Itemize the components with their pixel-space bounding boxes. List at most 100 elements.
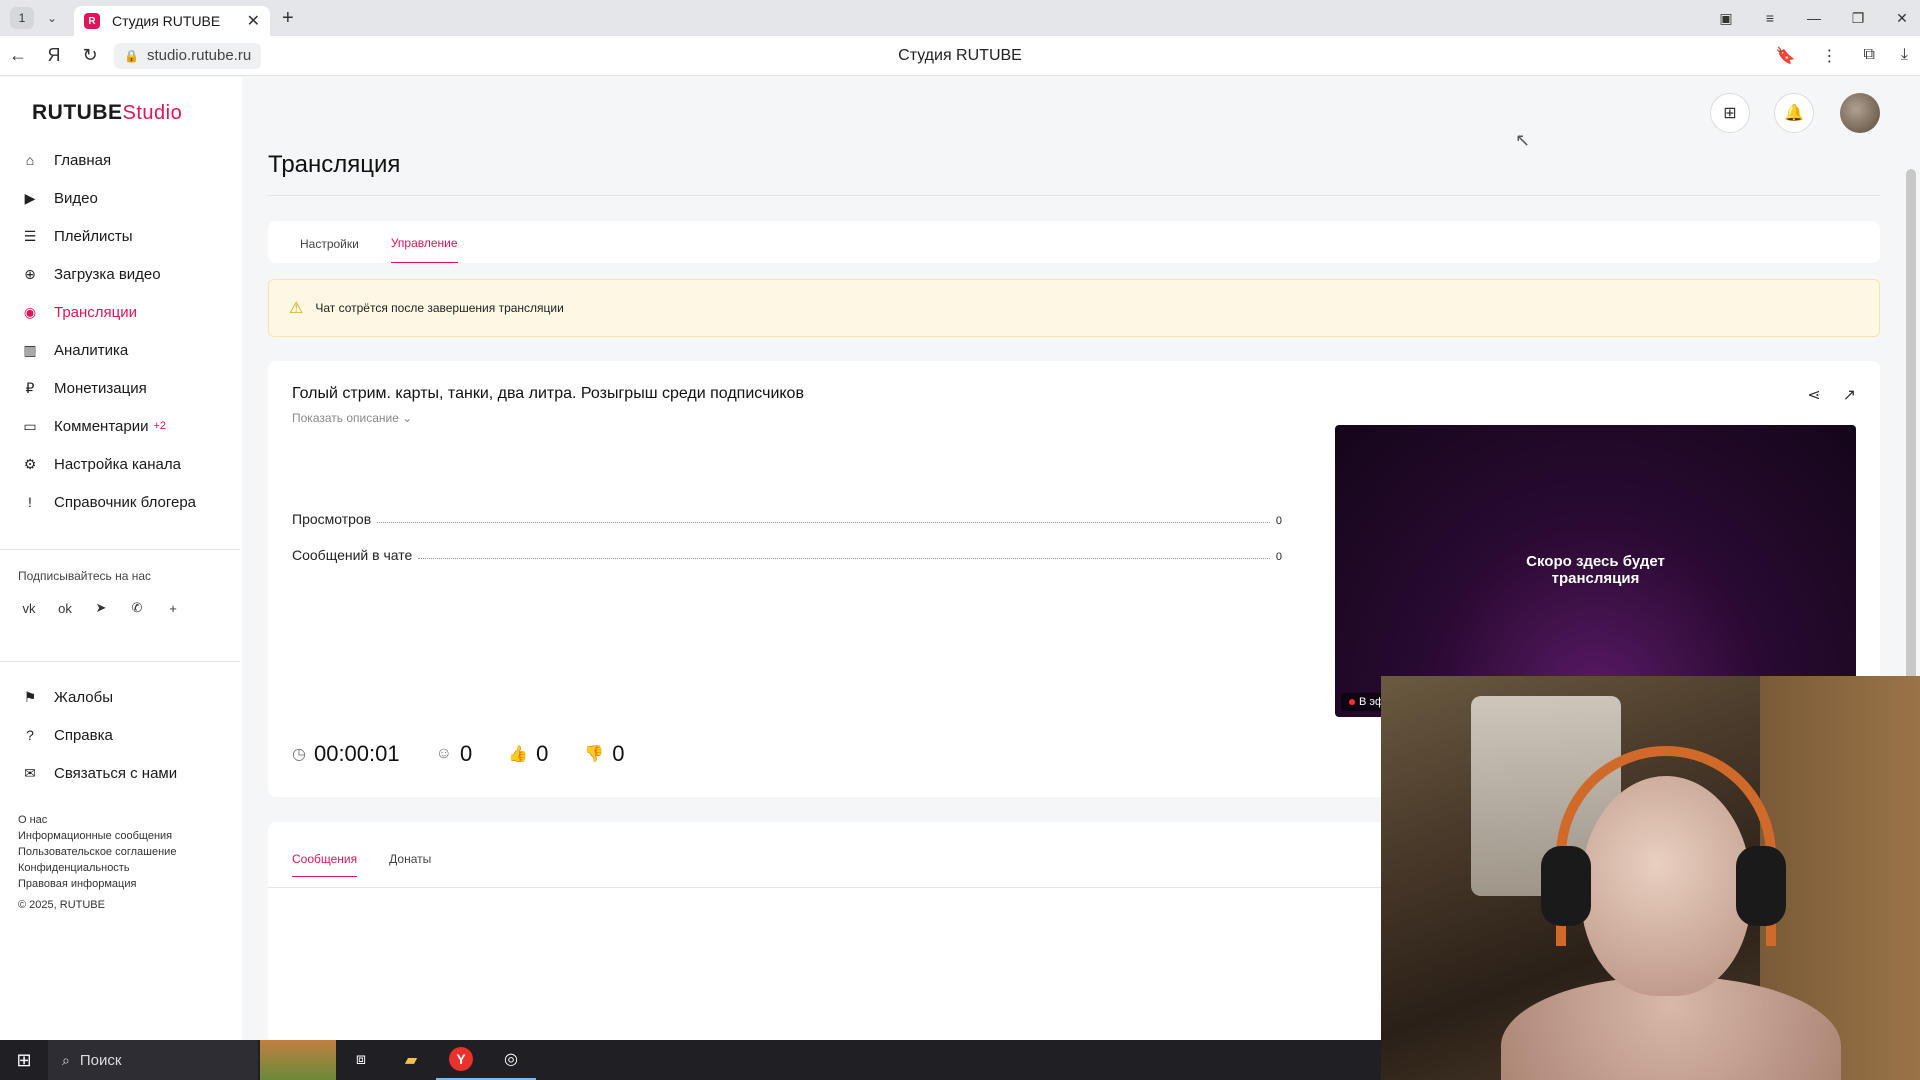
sidebar-item-label: Справочник блогера [54,493,197,511]
dislikes-value: 0 [612,741,625,766]
back-icon[interactable]: ← [0,45,36,66]
page-title-bar: Студия RUTUBE [898,46,1022,64]
telegram-icon[interactable]: ➤ [90,597,112,619]
social-links: vk ok ➤ ✆ + [18,597,184,619]
footer-link-terms[interactable]: Пользовательское соглашение [18,844,176,860]
download-icon[interactable]: ⤓ [1901,46,1908,66]
taskbar-search-highlight-image[interactable] [260,1040,336,1080]
viewer-icon: ☺ [435,745,452,762]
sidebar-item-broadcasts[interactable]: ◉ Трансляции [0,293,242,331]
file-explorer-icon[interactable]: ▰ [386,1040,436,1080]
viber-icon[interactable]: ✆ [126,597,148,619]
tab-settings[interactable]: Настройки [300,237,359,263]
sidebar-item-contact[interactable]: ✉ Связаться с нами [0,754,242,792]
metric-viewers: ☺ 0 [436,741,473,767]
collections-icon[interactable]: ⧉ [1863,46,1874,66]
sidebar-item-playlists[interactable]: ☰ Плейлисты [0,217,242,255]
tab-counter[interactable]: 1 [10,7,34,29]
reload-icon[interactable]: ↻ [72,45,108,66]
player-text-line1: Скоро здесь будет [1526,553,1665,570]
footer-link-about[interactable]: О нас [18,812,176,828]
obs-icon[interactable]: ◎ [486,1040,536,1080]
page-title: Трансляция [268,151,401,178]
stat-label: Сообщений в чате [292,547,413,563]
sidebar-item-upload[interactable]: ⊕ Загрузка видео [0,255,242,293]
sidebar-item-label: Связаться с нами [54,764,178,782]
search-icon: ⌕ [62,1051,70,1068]
metric-likes: 👍 0 [508,741,548,767]
add-content-button[interactable]: ⊞ [1710,93,1750,133]
yandex-browser-icon[interactable]: Y [436,1040,486,1080]
copyright: © 2025, RUTUBE [18,899,105,911]
stat-label: Просмотров [292,511,372,527]
likes-value: 0 [536,741,549,766]
mail-icon: ✉ [24,764,36,781]
url-field[interactable]: 🔒 studio.rutube.ru [114,42,262,69]
chevron-down-icon: ⌄ [402,411,413,425]
logo-studio: Studio [122,102,183,124]
page-tabs: Настройки Управление [268,221,1880,263]
taskbar-search[interactable]: ⌕ Поиск [48,1040,258,1080]
chevron-down-icon[interactable]: ⌄ [40,7,64,29]
windows-start-icon[interactable]: ⊞ [0,1050,48,1071]
browser-tab[interactable]: R Студия RUTUBE ✕ [74,6,270,36]
tab-management[interactable]: Управление [390,236,458,263]
show-description-toggle[interactable]: Показать описание ⌄ [292,411,412,425]
chat-warning-alert: ⚠ Чат сотрётся после завершения трансляц… [268,279,1880,337]
vk-icon[interactable]: vk [18,597,40,619]
sidebar-item-comments[interactable]: ▭ Комментарии +2 [0,407,242,445]
chat-tabs: Сообщения Донаты [292,852,431,877]
taskbar-search-label: Поиск [79,1051,122,1069]
sidebar-item-label: Жалобы [54,688,113,706]
sidebar-item-label: Комментарии [54,417,149,435]
sidebar-nav: ⌂ Главная ▶ Видео ☰ Плейлисты ⊕ Загрузка… [0,141,242,521]
alert-text: Чат сотрётся после завершения трансляции [315,301,564,315]
bookmark-icon[interactable]: 🔖 [1776,46,1796,66]
notifications-button[interactable]: 🔔 [1774,93,1814,133]
footer-link-legal[interactable]: Правовая информация [18,876,176,892]
yandex-icon[interactable]: Я [36,45,72,66]
share-icon[interactable]: ⋖ [1807,385,1820,405]
footer-link-info[interactable]: Информационные сообщения [18,828,176,844]
metric-dislikes: 👎 0 [584,741,624,767]
broadcast-icon: ◉ [23,303,37,320]
stat-value: 0 [1275,515,1282,527]
plus-icon[interactable]: + [162,597,184,619]
more-icon[interactable]: ⋮ [1821,46,1837,66]
stat-row-chat-messages: Сообщений в чате 0 [292,547,1282,563]
lock-icon: 🔒 [124,48,139,63]
sidebar-item-video[interactable]: ▶ Видео [0,179,242,217]
new-tab-icon[interactable]: + [282,7,294,30]
tab-title: Студия RUTUBE [112,13,221,29]
webcam-headset-ear-right [1736,846,1786,926]
odnoklassniki-icon[interactable]: ok [54,597,76,619]
sidebar-item-blogger-handbook[interactable]: ! Справочник блогера [0,483,242,521]
home-icon: ⌂ [25,152,35,168]
close-window-icon[interactable]: ✕ [1894,10,1910,27]
help-icon: ? [26,727,34,743]
minimize-icon[interactable]: — [1806,10,1822,26]
stream-player[interactable]: Скоро здесь будет трансляция В эф [1335,425,1856,717]
restore-icon[interactable]: ❐ [1850,10,1866,27]
tab-messages[interactable]: Сообщения [292,852,358,877]
menu-icon[interactable]: ≡ [1762,10,1778,26]
bookmarks-icon[interactable]: ▣ [1718,10,1734,27]
follow-title: Подписывайтесь на нас [18,569,152,583]
sidebar-item-complaints[interactable]: ⚑ Жалобы [0,678,242,716]
sidebar-item-analytics[interactable]: ▥ Аналитика [0,331,242,369]
sidebar-item-channel-settings[interactable]: ⚙ Настройка канала [0,445,242,483]
sidebar-item-home[interactable]: ⌂ Главная [0,141,242,179]
rutube-studio-logo[interactable]: RUTUBEStudio [32,101,182,125]
close-icon[interactable]: ✕ [247,11,260,31]
task-view-icon[interactable]: ⧈ [336,1040,386,1080]
sidebar-item-help[interactable]: ? Справка [0,716,242,754]
footer-link-privacy[interactable]: Конфиденциальность [18,860,176,876]
stat-dots [377,522,1270,523]
external-link-icon[interactable]: ↗ [1843,385,1856,405]
sidebar-item-label: Главная [54,151,112,169]
avatar[interactable] [1840,93,1880,133]
tab-donations[interactable]: Донаты [389,852,431,877]
thumbs-up-icon: 👍 [508,746,529,763]
stat-row-views: Просмотров 0 [292,511,1282,527]
sidebar-item-monetization[interactable]: ₽ Монетизация [0,369,242,407]
